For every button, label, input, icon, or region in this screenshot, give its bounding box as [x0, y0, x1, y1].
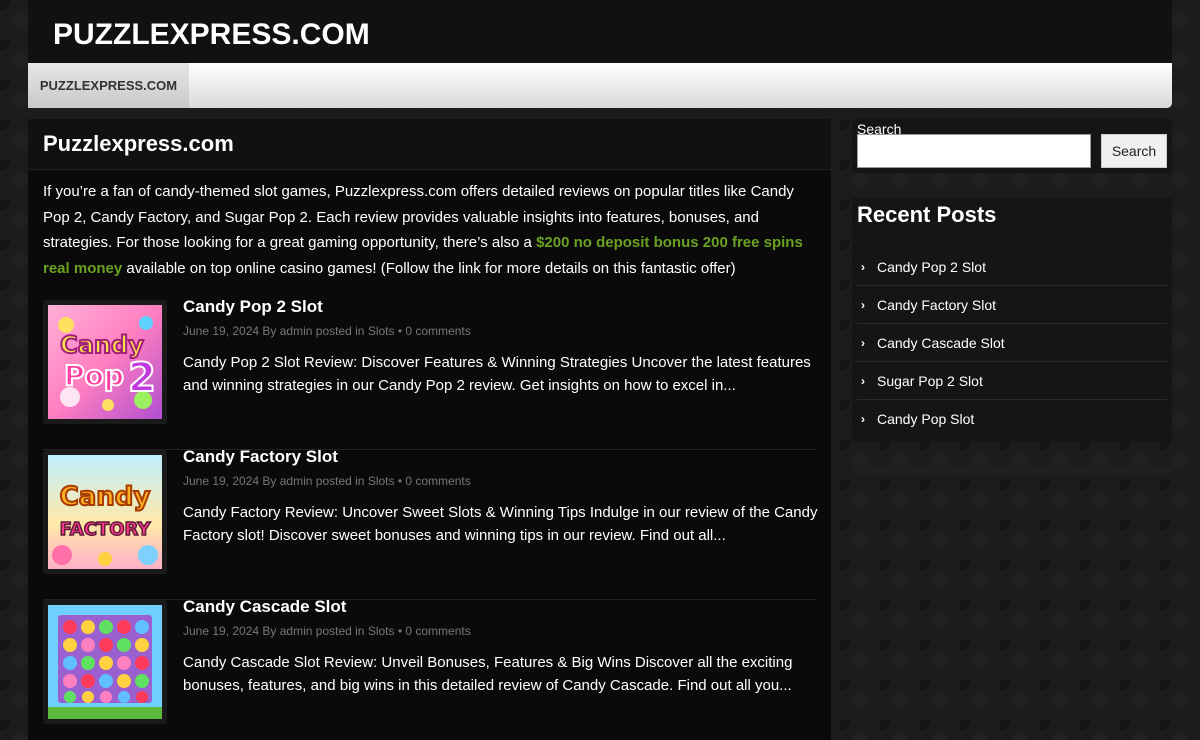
candy-cascade-image: [48, 605, 162, 719]
site-header: PUZZLEXPRESS.COM: [28, 0, 1172, 63]
post-author-link[interactable]: admin: [280, 474, 313, 488]
post-posted-in-label: posted in: [312, 474, 368, 488]
recent-post-link[interactable]: Candy Factory Slot: [877, 297, 996, 313]
post-meta-separator: •: [394, 624, 406, 638]
post-meta-separator: •: [394, 474, 406, 488]
post-thumbnail-candy-factory[interactable]: Candy FACTORY: [43, 450, 167, 574]
post-thumbnail-candy-pop-2[interactable]: Candy Pop 2: [43, 300, 167, 424]
post-title-link[interactable]: Candy Pop 2 Slot: [183, 297, 323, 317]
post-meta-separator: •: [394, 324, 406, 338]
chevron-right-icon: ›: [861, 297, 865, 312]
post-excerpt: Candy Pop 2 Slot Review: Discover Featur…: [183, 354, 811, 394]
post-category-link[interactable]: Slots: [368, 324, 395, 338]
thumb-text-3: 2: [128, 355, 156, 401]
post-comments-link[interactable]: 0 comments: [405, 474, 470, 488]
recent-posts-list: › Candy Pop 2 Slot › Candy Factory Slot › C…: [857, 248, 1167, 438]
post-category-link[interactable]: Slots: [368, 624, 395, 638]
post-date: June 19, 2024: [183, 624, 260, 638]
intro-paragraph: If you’re a fan of candy-themed slot gam…: [28, 170, 831, 281]
post-excerpt: Candy Factory Review: Uncover Sweet Slot…: [183, 504, 818, 544]
recent-post-item: › Candy Cascade Slot: [857, 324, 1167, 362]
post-author-link[interactable]: admin: [280, 324, 313, 338]
post-by-label: By: [259, 624, 280, 638]
recent-post-item: › Candy Pop 2 Slot: [857, 248, 1167, 286]
post-posted-in-label: posted in: [312, 624, 368, 638]
post-by-label: By: [259, 474, 280, 488]
post-meta: June 19, 2024 By admin posted in Slots •…: [183, 624, 471, 638]
empty-widget-bar: [852, 466, 1172, 476]
main-navigation: PUZZLEXPRESS.COM: [28, 63, 1172, 108]
recent-post-link[interactable]: Candy Cascade Slot: [877, 335, 1005, 351]
nav-item-home[interactable]: PUZZLEXPRESS.COM: [28, 63, 189, 108]
post-category-link[interactable]: Slots: [368, 474, 395, 488]
post-title-link[interactable]: Candy Cascade Slot: [183, 597, 346, 617]
search-widget: Search Search: [852, 119, 1172, 173]
chevron-right-icon: ›: [861, 259, 865, 274]
post-meta: June 19, 2024 By admin posted in Slots •…: [183, 474, 471, 488]
page-title: Puzzlexpress.com: [43, 131, 234, 156]
recent-posts-widget: Recent Posts › Candy Pop 2 Slot › Candy Fa…: [852, 198, 1172, 441]
page-title-bar: Puzzlexpress.com: [28, 119, 831, 170]
recent-posts-title: Recent Posts: [857, 202, 997, 227]
post-item: Candy Cascade Slot June 19, 2024 By admi…: [43, 597, 816, 740]
post-thumbnail-candy-cascade[interactable]: [43, 600, 167, 724]
candy-pop-2-image: Candy Pop 2: [48, 305, 162, 419]
thumb-text-1: Candy: [60, 482, 151, 512]
post-item: Candy FACTORY Candy Factory Slot June 19…: [43, 447, 817, 600]
post-author-link[interactable]: admin: [280, 624, 313, 638]
recent-post-item: › Candy Factory Slot: [857, 286, 1167, 324]
chevron-right-icon: ›: [861, 335, 865, 350]
thumb-text-2: Pop: [64, 359, 124, 392]
site-title-link[interactable]: PUZZLEXPRESS.COM: [53, 18, 370, 52]
chevron-right-icon: ›: [861, 412, 865, 426]
recent-post-link[interactable]: Candy Pop 2 Slot: [877, 259, 986, 275]
main-content: Puzzlexpress.com If you’re a fan of cand…: [28, 119, 831, 740]
post-item: Candy Pop 2 Candy Pop 2 Slot June 19, 20…: [43, 297, 816, 450]
candy-factory-image: Candy FACTORY: [48, 455, 162, 569]
search-input[interactable]: [857, 134, 1091, 168]
recent-post-link[interactable]: Sugar Pop 2 Slot: [877, 373, 983, 389]
post-date: June 19, 2024: [183, 324, 260, 338]
chevron-right-icon: ›: [861, 373, 865, 388]
post-meta: June 19, 2024 By admin posted in Slots •…: [183, 324, 471, 338]
intro-text-after: available on top online casino games! (F…: [122, 259, 736, 277]
post-title-link[interactable]: Candy Factory Slot: [183, 447, 338, 467]
post-by-label: By: [259, 324, 280, 338]
recent-post-item: › Candy Pop Slot: [857, 400, 1167, 438]
post-excerpt: Candy Cascade Slot Review: Unveil Bonuse…: [183, 654, 793, 694]
recent-post-item: › Sugar Pop 2 Slot: [857, 362, 1167, 400]
post-date: June 19, 2024: [183, 474, 260, 488]
post-posted-in-label: posted in: [312, 324, 368, 338]
recent-post-link[interactable]: Candy Pop Slot: [877, 411, 974, 427]
post-comments-link[interactable]: 0 comments: [405, 624, 470, 638]
search-button[interactable]: Search: [1101, 134, 1167, 168]
thumb-text-2: FACTORY: [60, 519, 152, 540]
post-comments-link[interactable]: 0 comments: [405, 324, 470, 338]
